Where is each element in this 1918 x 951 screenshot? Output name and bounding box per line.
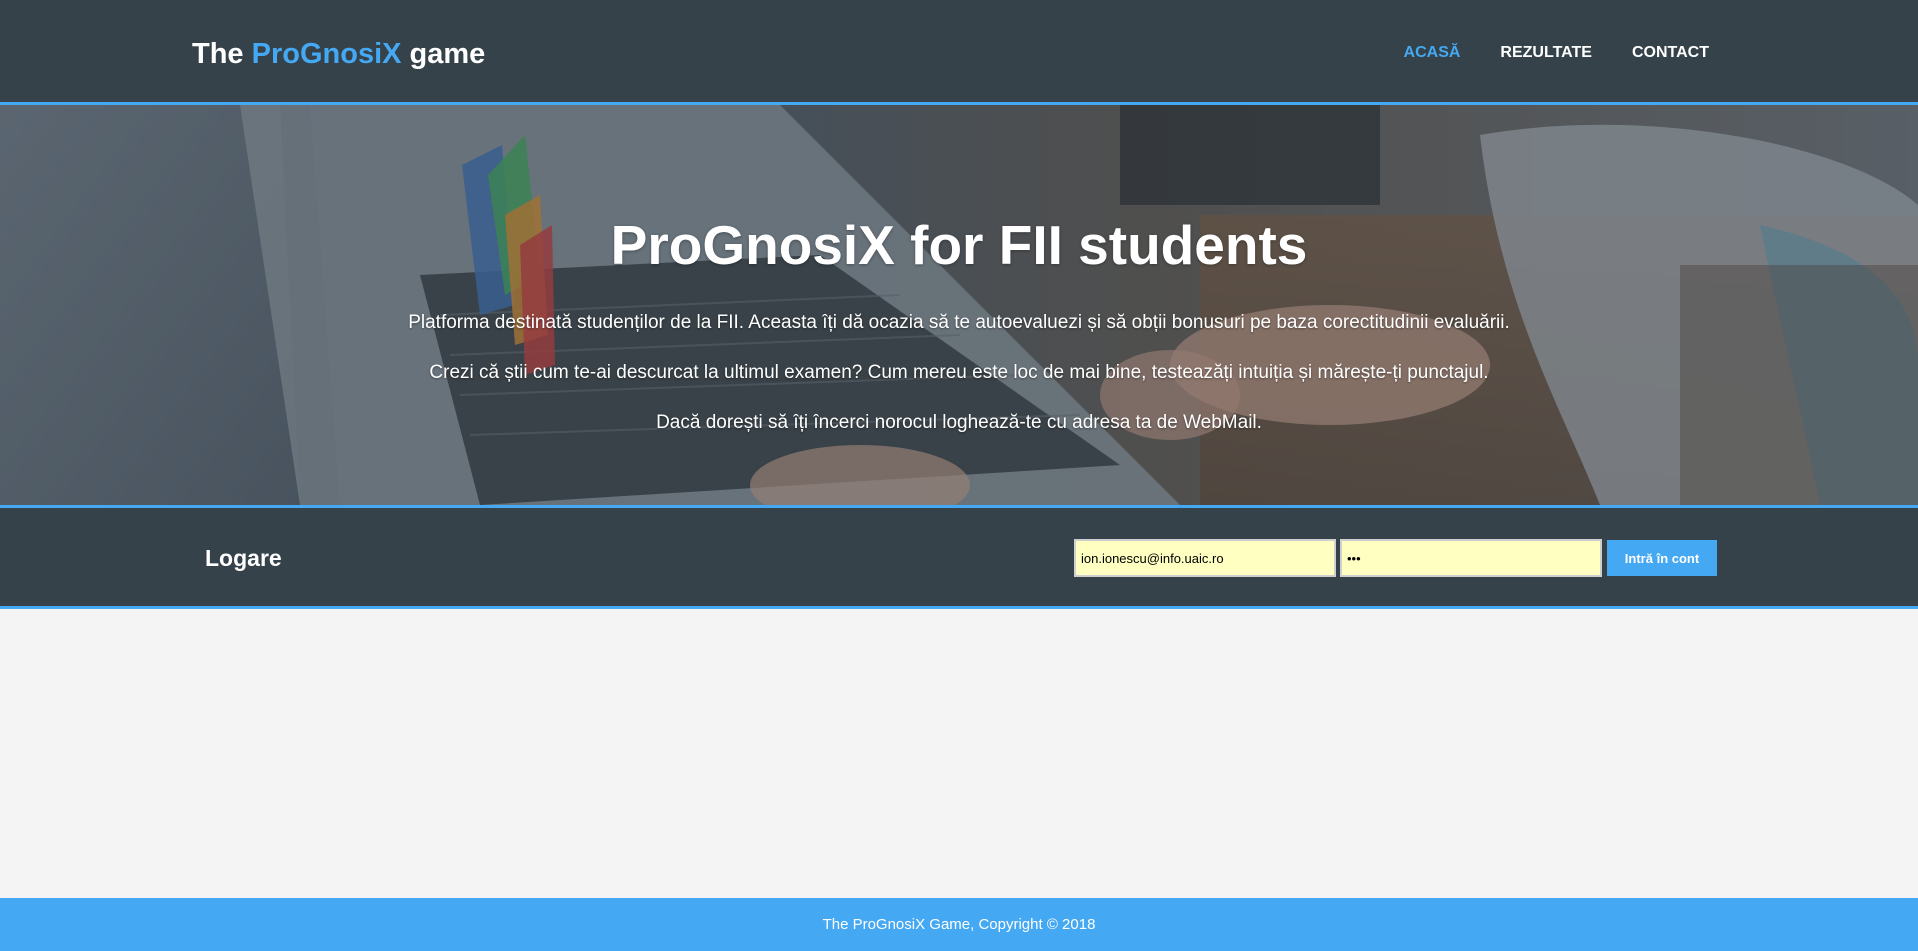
login-section: Logare Intră în cont (0, 505, 1918, 609)
nav-link-contact[interactable]: CONTACT (1632, 43, 1709, 63)
login-button[interactable]: Intră în cont (1607, 540, 1717, 576)
site-logo[interactable]: The ProGnosiX game (192, 36, 485, 72)
hero-paragraph-login-hint: Dacă dorești să îți încerci norocul logh… (656, 412, 1262, 433)
email-field[interactable] (1074, 539, 1336, 577)
hero-section: ProGnosiX for FII students Platforma des… (0, 105, 1918, 505)
hero-paragraph-challenge: Crezi că știi cum te-ai descurcat la ult… (429, 362, 1489, 383)
hero-overlay (0, 105, 1918, 505)
main-nav: ACASĂ REZULTATE CONTACT (1404, 43, 1709, 63)
login-title: Logare (205, 545, 282, 571)
hero-paragraph-intro: Platforma destinată studenților de la FI… (408, 312, 1510, 333)
site-footer: The ProGnosiX Game, Copyright © 2018 (0, 898, 1918, 951)
copyright-text: The ProGnosiX Game, Copyright © 2018 (822, 916, 1096, 933)
login-form: Intră în cont (1074, 539, 1717, 577)
logo-suffix: game (401, 38, 486, 70)
hero-title: ProGnosiX for FII students (610, 214, 1308, 276)
nav-link-acasa[interactable]: ACASĂ (1404, 43, 1461, 63)
password-field[interactable] (1340, 539, 1602, 577)
site-header: The ProGnosiX game ACASĂ REZULTATE CONTA… (0, 0, 1918, 105)
nav-link-rezultate[interactable]: REZULTATE (1500, 43, 1592, 63)
logo-prefix: The (192, 38, 252, 70)
logo-highlight: ProGnosiX (251, 38, 402, 70)
